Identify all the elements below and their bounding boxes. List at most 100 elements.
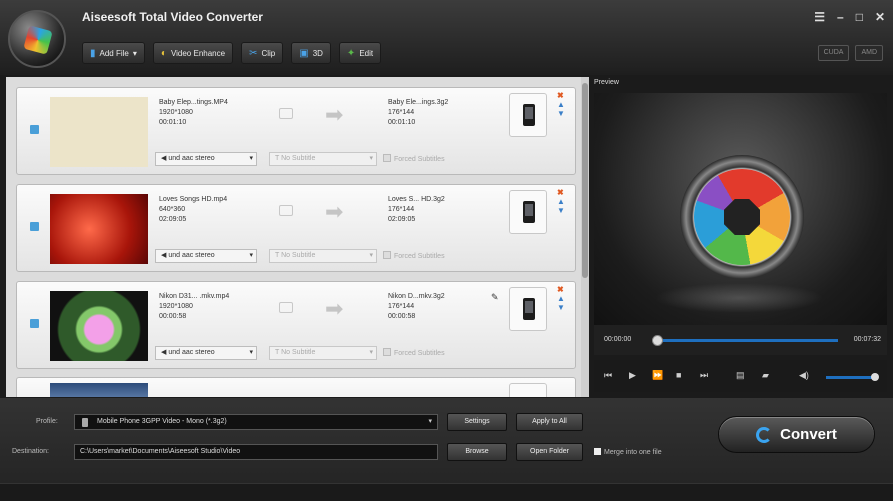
volume-icon[interactable]: ◀) xyxy=(799,370,809,381)
audio-track-select[interactable]: ◀ und aac stereo ▾ xyxy=(155,249,257,263)
convert-icon xyxy=(756,426,773,443)
convert-button[interactable]: Convert xyxy=(718,416,875,453)
list-item[interactable]: Loves Songs HD.mp4 640*360 02:09:05 ➡ Lo… xyxy=(16,184,576,272)
stop-icon[interactable]: ■ xyxy=(676,370,681,380)
playback-timeline: 00:00:00 00:07:32 xyxy=(594,325,887,355)
item-checkbox[interactable] xyxy=(30,125,39,134)
maximize-icon[interactable]: □ xyxy=(856,10,863,24)
device-phone-icon[interactable] xyxy=(509,93,547,137)
remove-icon[interactable]: ✖ xyxy=(557,286,565,294)
move-up-icon[interactable]: ▲ xyxy=(557,295,565,303)
forced-subtitles-checkbox[interactable]: Forced Subtitles xyxy=(383,154,445,163)
camera-lens-image xyxy=(680,155,804,279)
source-info: Baby Elep...tings.MP4 1920*1080 00:01:10 xyxy=(159,98,228,128)
move-up-icon[interactable]: ▲ xyxy=(557,101,565,109)
output-resolution: 176*144 xyxy=(388,206,415,213)
amd-badge[interactable]: AMD xyxy=(855,45,883,61)
move-down-icon[interactable]: ▼ xyxy=(557,207,565,215)
audio-track-select[interactable]: ◀ und aac stereo ▾ xyxy=(155,152,257,166)
subtitle-select[interactable]: T No Subtitle ▾ xyxy=(269,152,377,166)
video-thumbnail[interactable] xyxy=(50,383,148,397)
checkbox-box[interactable] xyxy=(594,448,601,455)
forced-subtitles-checkbox[interactable]: Forced Subtitles xyxy=(383,251,445,260)
source-duration: 02:09:05 xyxy=(159,216,187,223)
output-info: Baby Ele...ings.3g2 176*144 00:01:10 xyxy=(388,98,448,128)
fast-forward-icon[interactable]: ⏩ xyxy=(652,370,663,381)
playback-controls: ⏮ ▶ ⏩ ■ ⏭ ▤ ▰ ◀) xyxy=(594,360,887,392)
output-duration: 00:01:10 xyxy=(388,119,416,126)
forced-subtitles-checkbox[interactable]: Forced Subtitles xyxy=(383,348,445,357)
chevron-down-icon: ▾ xyxy=(428,418,432,425)
list-scrollbar[interactable] xyxy=(581,77,589,397)
output-resolution: 176*144 xyxy=(388,303,415,310)
volume-knob[interactable] xyxy=(871,373,879,381)
phone-icon xyxy=(82,418,88,427)
close-icon[interactable]: ✕ xyxy=(875,10,885,24)
window-controls: ☰ – □ ✕ xyxy=(814,10,885,24)
settings-button[interactable]: Settings xyxy=(447,413,507,431)
volume-slider[interactable] xyxy=(826,373,879,381)
3d-button[interactable]: ▣ 3D xyxy=(291,42,331,64)
add-file-label: Add File xyxy=(99,48,129,58)
list-item[interactable]: Nikon D31... .mkv.mp4 1920*1080 00:00:58… xyxy=(16,281,576,369)
source-name: Loves Songs HD.mp4 xyxy=(159,196,228,203)
item-controls: ✖ ▲ ▼ xyxy=(557,189,565,215)
device-phone-icon[interactable] xyxy=(509,190,547,234)
edit-button[interactable]: ✦ Edit xyxy=(338,42,382,64)
remove-icon[interactable]: ✖ xyxy=(557,92,565,100)
chevron-down-icon[interactable]: ▾ xyxy=(133,49,137,58)
device-phone-icon[interactable] xyxy=(509,383,547,397)
list-item[interactable]: Baby Elep...tings.MP4 1920*1080 00:01:10… xyxy=(16,87,576,175)
item-checkbox[interactable] xyxy=(30,319,39,328)
edit-icon: ✦ xyxy=(346,47,356,59)
minimize-icon[interactable]: – xyxy=(837,10,844,24)
video-enhance-button[interactable]: ◐ Video Enhance xyxy=(152,42,234,64)
file-list: Baby Elep...tings.MP4 1920*1080 00:01:10… xyxy=(6,77,589,397)
profile-label: Profile: xyxy=(36,418,58,425)
pencil-icon[interactable]: ✎ xyxy=(491,292,499,303)
play-icon[interactable]: ▶ xyxy=(629,370,636,381)
total-time: 00:07:32 xyxy=(853,336,881,343)
add-file-button[interactable]: ▮ Add File ▾ xyxy=(82,42,145,64)
destination-input[interactable]: C:\Users\market\Documents\Aiseesoft Stud… xyxy=(74,444,438,460)
skip-forward-icon[interactable]: ⏭ xyxy=(700,370,708,381)
cuda-badge[interactable]: CUDA xyxy=(817,45,850,61)
folder-icon[interactable]: ▰ xyxy=(762,370,769,381)
convert-label: Convert xyxy=(780,426,837,443)
apply-to-all-button[interactable]: Apply to All xyxy=(516,413,583,431)
menu-icon[interactable]: ☰ xyxy=(814,10,825,24)
move-up-icon[interactable]: ▲ xyxy=(557,198,565,206)
video-thumbnail[interactable] xyxy=(50,194,148,264)
snapshot-icon[interactable]: ▤ xyxy=(736,370,745,381)
video-thumbnail[interactable] xyxy=(50,97,148,167)
clip-label: Clip xyxy=(261,48,276,58)
device-phone-icon[interactable] xyxy=(509,287,547,331)
acceleration-badges: CUDA AMD xyxy=(817,45,883,61)
source-name: Baby Elep...tings.MP4 xyxy=(159,99,228,106)
video-thumbnail[interactable] xyxy=(50,291,148,361)
source-info: Nikon D31... .mkv.mp4 1920*1080 00:00:58 xyxy=(159,292,229,322)
list-item[interactable] xyxy=(16,377,576,397)
item-checkbox[interactable] xyxy=(30,222,39,231)
subtitle-select[interactable]: T No Subtitle ▾ xyxy=(269,346,377,360)
seek-knob[interactable] xyxy=(652,335,663,346)
remove-icon[interactable]: ✖ xyxy=(557,189,565,197)
open-folder-button[interactable]: Open Folder xyxy=(516,443,583,461)
clip-button[interactable]: ✂ Clip xyxy=(241,42,284,64)
convert-arrow-icon: ➡ xyxy=(279,296,357,322)
status-bar xyxy=(0,483,893,501)
current-time: 00:00:00 xyxy=(604,336,632,343)
source-duration: 00:01:10 xyxy=(159,119,187,126)
output-name: Baby Ele...ings.3g2 xyxy=(388,99,449,106)
output-resolution: 176*144 xyxy=(388,109,415,116)
browse-button[interactable]: Browse xyxy=(447,443,507,461)
subtitle-select[interactable]: T No Subtitle ▾ xyxy=(269,249,377,263)
skip-back-icon[interactable]: ⏮ xyxy=(604,370,612,381)
merge-checkbox[interactable]: Merge into one file xyxy=(594,448,662,456)
seek-slider[interactable] xyxy=(652,335,838,346)
move-down-icon[interactable]: ▼ xyxy=(557,304,565,312)
profile-select[interactable]: Mobile Phone 3GPP Video - Mono (*.3g2) ▾ xyxy=(74,414,438,430)
move-down-icon[interactable]: ▼ xyxy=(557,110,565,118)
preview-screen xyxy=(594,93,887,325)
audio-track-select[interactable]: ◀ und aac stereo ▾ xyxy=(155,346,257,360)
